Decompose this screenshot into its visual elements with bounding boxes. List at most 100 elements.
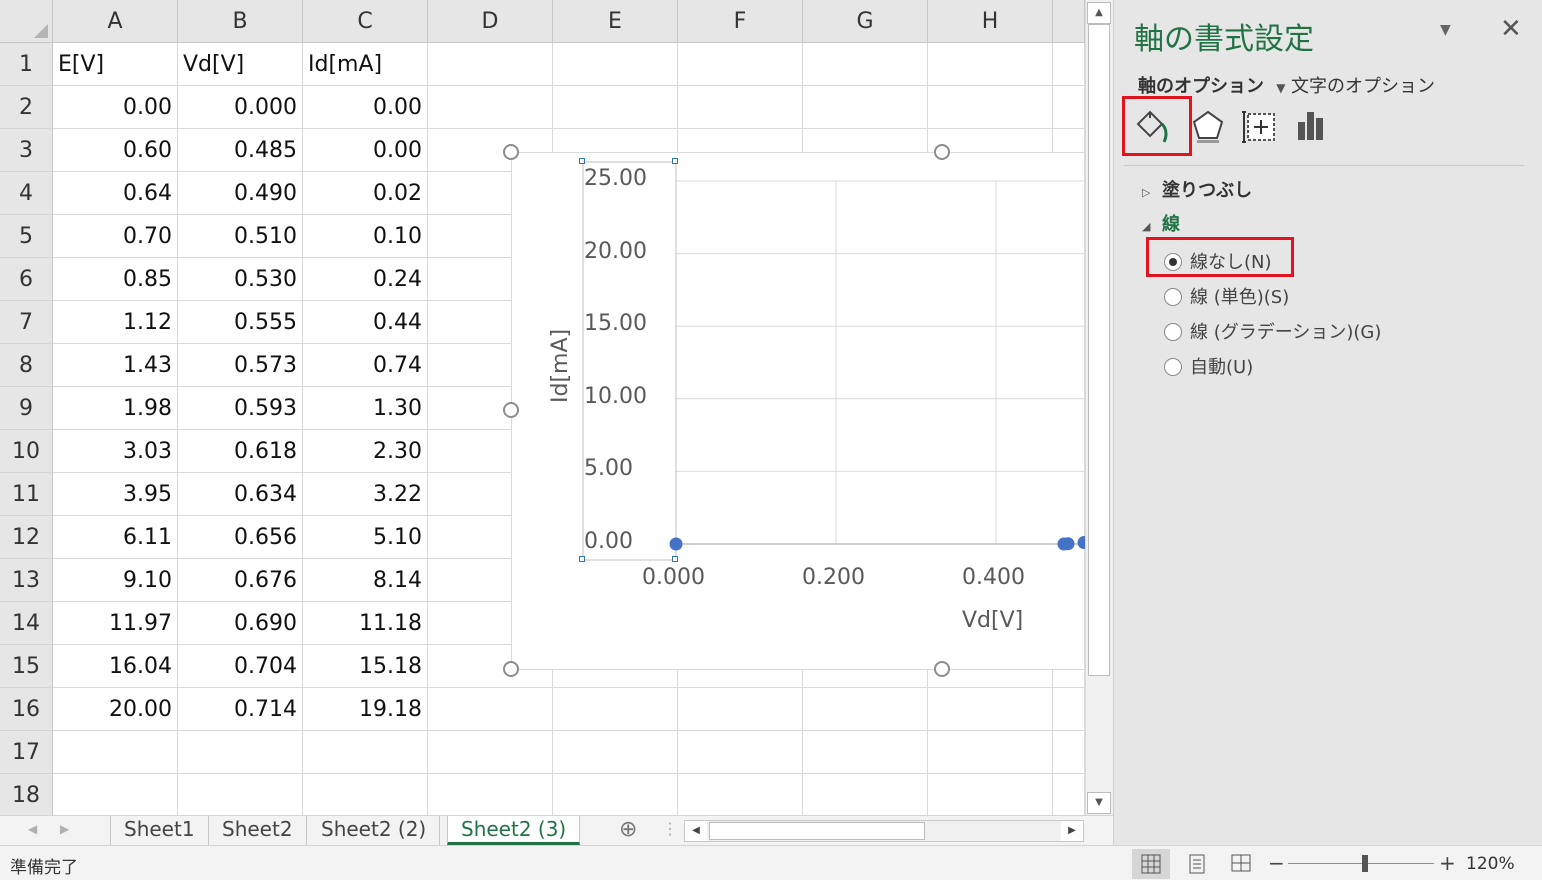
row-header[interactable]: 6 xyxy=(0,258,53,301)
x-tick-label[interactable]: 0.200 xyxy=(802,565,865,590)
tab-sheet2-2[interactable]: Sheet2 (2) xyxy=(308,816,441,845)
cell[interactable] xyxy=(1053,86,1085,129)
zoom-in-icon[interactable]: + xyxy=(1439,851,1456,875)
column-header-a[interactable]: A xyxy=(53,0,178,43)
row-header[interactable]: 15 xyxy=(0,645,53,688)
cell[interactable] xyxy=(928,731,1053,774)
x-tick-label[interactable]: 0.400 xyxy=(962,565,1025,590)
data-cell[interactable]: 1.43 xyxy=(53,344,178,387)
cell[interactable] xyxy=(553,43,678,86)
row-header[interactable]: 11 xyxy=(0,473,53,516)
y-tick-label[interactable]: 20.00 xyxy=(584,239,647,264)
row-header[interactable]: 17 xyxy=(0,731,53,774)
data-cell[interactable]: 0.676 xyxy=(178,559,303,602)
data-cell[interactable]: 20.00 xyxy=(53,688,178,731)
data-cell[interactable]: 0.000 xyxy=(178,86,303,129)
cell[interactable] xyxy=(803,774,928,815)
data-cell[interactable]: 0.70 xyxy=(53,215,178,258)
cell[interactable] xyxy=(928,43,1053,86)
cell[interactable] xyxy=(553,731,678,774)
cell[interactable] xyxy=(678,86,803,129)
data-cell[interactable]: 6.11 xyxy=(53,516,178,559)
tab-axis-options[interactable]: 軸のオプション ▼ xyxy=(1138,72,1286,98)
cell[interactable] xyxy=(303,774,428,815)
radio-automatic[interactable]: 自動(U) xyxy=(1164,353,1253,379)
cell[interactable] xyxy=(428,688,553,731)
zoom-slider-thumb[interactable] xyxy=(1362,855,1368,872)
page-break-view-icon[interactable] xyxy=(1222,849,1260,879)
resize-handle-top[interactable] xyxy=(934,144,950,160)
cell[interactable] xyxy=(428,731,553,774)
data-cell[interactable]: 0.656 xyxy=(178,516,303,559)
tab-sheet2-3[interactable]: Sheet2 (3) xyxy=(447,816,581,845)
axis-handle-bottom-right[interactable] xyxy=(672,556,678,562)
header-cell[interactable]: Vd[V] xyxy=(178,43,303,86)
cell[interactable] xyxy=(678,43,803,86)
row-header[interactable]: 8 xyxy=(0,344,53,387)
tab-scroll-right-icon[interactable]: ▶ xyxy=(60,822,69,836)
column-header-e[interactable]: E xyxy=(553,0,678,43)
x-axis-title[interactable]: Vd[V] xyxy=(962,608,1023,633)
data-cell[interactable]: 11.97 xyxy=(53,602,178,645)
data-cell[interactable]: 0.530 xyxy=(178,258,303,301)
data-cell[interactable]: 0.60 xyxy=(53,129,178,172)
data-cell[interactable]: 0.618 xyxy=(178,430,303,473)
resize-handle-bottom[interactable] xyxy=(934,661,950,677)
row-header[interactable]: 4 xyxy=(0,172,53,215)
radio-gradient-line[interactable]: 線 (グラデーション)(G) xyxy=(1164,318,1381,344)
cell[interactable] xyxy=(803,688,928,731)
data-cell[interactable]: 0.690 xyxy=(178,602,303,645)
section-line[interactable]: ◢ 線 xyxy=(1142,210,1180,236)
row-header[interactable]: 10 xyxy=(0,430,53,473)
data-cell[interactable]: 3.95 xyxy=(53,473,178,516)
row-header[interactable]: 7 xyxy=(0,301,53,344)
close-pane-icon[interactable]: ✕ xyxy=(1500,14,1522,44)
column-header-c[interactable]: C xyxy=(303,0,428,43)
data-cell[interactable]: 0.490 xyxy=(178,172,303,215)
row-header[interactable]: 13 xyxy=(0,559,53,602)
cell[interactable] xyxy=(178,774,303,815)
row-header[interactable]: 9 xyxy=(0,387,53,430)
zoom-level[interactable]: 120% xyxy=(1466,854,1515,874)
cell[interactable] xyxy=(553,774,678,815)
data-cell[interactable]: 0.593 xyxy=(178,387,303,430)
data-cell[interactable]: 0.00 xyxy=(303,86,428,129)
data-cell[interactable]: 0.44 xyxy=(303,301,428,344)
tab-text-options[interactable]: 文字のオプション xyxy=(1291,72,1435,98)
data-cell[interactable]: 1.98 xyxy=(53,387,178,430)
data-cell[interactable]: 0.485 xyxy=(178,129,303,172)
resize-handle-top-left[interactable] xyxy=(503,144,519,160)
y-axis-title[interactable]: Id[mA] xyxy=(548,329,573,403)
select-all-corner[interactable] xyxy=(0,0,53,43)
data-cell[interactable]: 0.02 xyxy=(303,172,428,215)
data-cell[interactable]: 0.510 xyxy=(178,215,303,258)
column-header-partial[interactable] xyxy=(1053,0,1085,43)
vertical-scroll-thumb[interactable] xyxy=(1088,24,1110,676)
add-sheet-icon[interactable]: ⊕ xyxy=(619,817,637,842)
data-cell[interactable]: 15.18 xyxy=(303,645,428,688)
y-tick-label[interactable]: 25.00 xyxy=(584,166,647,191)
row-header[interactable]: 18 xyxy=(0,774,53,815)
data-cell[interactable]: 0.85 xyxy=(53,258,178,301)
scroll-right-button[interactable]: ▶ xyxy=(1061,821,1083,841)
size-properties-icon[interactable] xyxy=(1240,104,1280,148)
tab-scroll-left-icon[interactable]: ◀ xyxy=(28,822,37,836)
y-tick-label[interactable]: 0.00 xyxy=(584,529,633,554)
y-tick-label[interactable]: 15.00 xyxy=(584,311,647,336)
column-header-h[interactable]: H xyxy=(928,0,1053,43)
page-layout-view-icon[interactable] xyxy=(1178,849,1216,879)
row-header[interactable]: 2 xyxy=(0,86,53,129)
cell[interactable] xyxy=(803,43,928,86)
column-header-d[interactable]: D xyxy=(428,0,553,43)
axis-handle-top-right[interactable] xyxy=(672,158,678,164)
axis-handle-top-left[interactable] xyxy=(579,158,585,164)
header-cell[interactable]: E[V] xyxy=(53,43,178,86)
section-fill[interactable]: ▷ 塗りつぶし xyxy=(1142,176,1252,202)
zoom-out-icon[interactable]: − xyxy=(1268,851,1285,875)
radio-solid-line[interactable]: 線 (単色)(S) xyxy=(1164,283,1289,309)
data-cell[interactable]: 0.704 xyxy=(178,645,303,688)
data-cell[interactable]: 0.74 xyxy=(303,344,428,387)
data-cell[interactable]: 5.10 xyxy=(303,516,428,559)
data-cell[interactable]: 2.30 xyxy=(303,430,428,473)
tab-splitter-icon[interactable]: ⋮ xyxy=(662,819,678,838)
